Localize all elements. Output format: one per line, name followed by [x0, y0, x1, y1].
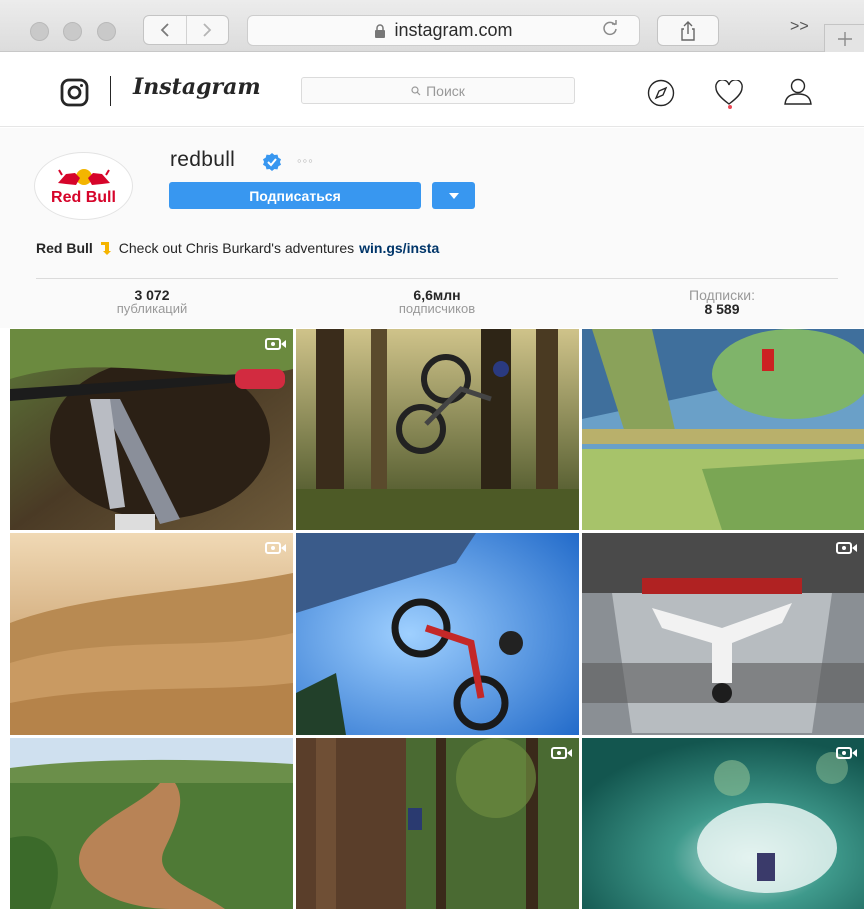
photo-grid — [10, 329, 864, 909]
tab-overflow-button[interactable]: >> — [790, 18, 809, 36]
caret-down-icon — [448, 192, 459, 199]
search-input[interactable]: Поиск — [301, 77, 575, 104]
reload-button[interactable] — [601, 19, 619, 42]
avatar[interactable]: Red Bull — [34, 152, 133, 220]
video-camera-icon — [265, 541, 287, 560]
lock-icon — [375, 23, 386, 38]
instagram-wordmark[interactable]: Instagram — [133, 74, 261, 100]
stats-divider — [36, 278, 838, 279]
bio-text: Check out Chris Burkard's adventures — [118, 240, 355, 256]
search-icon — [411, 85, 421, 96]
options-button[interactable]: ◦◦◦ — [297, 153, 314, 168]
red-bull-bulls-icon — [57, 168, 110, 185]
follow-button[interactable]: Подписаться — [169, 182, 421, 209]
window-minimize-button[interactable] — [63, 22, 82, 41]
grid-tile-bike-sky-jump[interactable] — [296, 533, 579, 735]
pointing-hand-icon — [99, 240, 115, 256]
chevron-right-icon — [203, 23, 212, 37]
profile-section: Red Bull redbull ◦◦◦ Подписаться Red Bul… — [0, 128, 864, 328]
new-tab-button[interactable] — [824, 24, 864, 52]
grid-tile-mtb-forest-pov[interactable] — [10, 329, 293, 530]
stat-posts[interactable]: 3 072 публикаций — [52, 288, 252, 316]
photo-indoor-skydive — [582, 533, 864, 735]
grid-tile-water-jetski[interactable] — [582, 738, 864, 909]
logo-divider — [110, 76, 111, 106]
stat-following-label: Подписки: — [689, 287, 755, 303]
grid-tile-river-valley[interactable] — [10, 738, 293, 909]
grid-tile-desert-dunes[interactable] — [10, 533, 293, 735]
video-camera-icon — [836, 541, 858, 560]
share-icon — [681, 20, 695, 41]
stat-followers-label: подписчиков — [398, 301, 476, 316]
history-nav — [143, 15, 229, 45]
grid-tile-indoor-skydive[interactable] — [582, 533, 864, 735]
notification-dot — [728, 105, 732, 109]
grid-tile-bike-jump-forest[interactable] — [296, 329, 579, 530]
photo-tree-climber — [296, 738, 579, 909]
stat-following[interactable]: Подписки: 8 589 — [622, 288, 822, 316]
video-camera-icon — [551, 746, 573, 765]
photo-skate-pipes — [582, 329, 864, 530]
video-camera-icon — [836, 746, 858, 765]
bio-name: Red Bull — [36, 240, 93, 256]
instagram-header: Instagram Поиск — [0, 52, 864, 127]
chevron-left-icon — [160, 23, 169, 37]
verified-badge-icon — [262, 152, 282, 177]
bio-link[interactable]: win.gs/insta — [359, 240, 439, 256]
explore-compass-icon[interactable] — [646, 78, 676, 113]
stat-following-value: 8 589 — [704, 301, 740, 317]
suggestions-dropdown-button[interactable] — [432, 182, 475, 209]
instagram-camera-icon[interactable] — [60, 78, 89, 112]
browser-toolbar: instagram.com >> — [0, 0, 864, 52]
search-placeholder: Поиск — [426, 82, 465, 99]
url-text: instagram.com — [394, 20, 513, 40]
window-zoom-button[interactable] — [97, 22, 116, 41]
stat-followers-value: 6,6млн — [413, 287, 461, 303]
share-button[interactable] — [657, 15, 719, 46]
photo-river-valley — [10, 738, 293, 909]
stat-posts-label: публикаций — [116, 301, 188, 316]
forward-button[interactable] — [185, 16, 229, 44]
avatar-brand-text: Red Bull — [51, 188, 116, 206]
grid-tile-tree-climber[interactable] — [296, 738, 579, 909]
plus-icon — [837, 31, 852, 46]
stat-posts-value: 3 072 — [134, 287, 170, 303]
stat-followers[interactable]: 6,6млн подписчиков — [337, 288, 537, 316]
profile-user-icon[interactable] — [783, 78, 813, 111]
photo-water-jetski — [582, 738, 864, 909]
window-close-button[interactable] — [30, 22, 49, 41]
grid-tile-skate-pipes[interactable] — [582, 329, 864, 530]
video-camera-icon — [265, 337, 287, 356]
profile-bio: Red Bull Check out Chris Burkard's adven… — [36, 240, 439, 256]
reload-icon — [603, 20, 617, 36]
back-button[interactable] — [144, 16, 186, 44]
photo-mtb-forest-pov — [10, 329, 293, 530]
address-bar[interactable]: instagram.com — [247, 15, 640, 46]
photo-bike-sky-jump — [296, 533, 579, 735]
profile-username: redbull — [170, 148, 236, 171]
photo-bike-jump-forest — [296, 329, 579, 530]
photo-desert-dunes — [10, 533, 293, 735]
